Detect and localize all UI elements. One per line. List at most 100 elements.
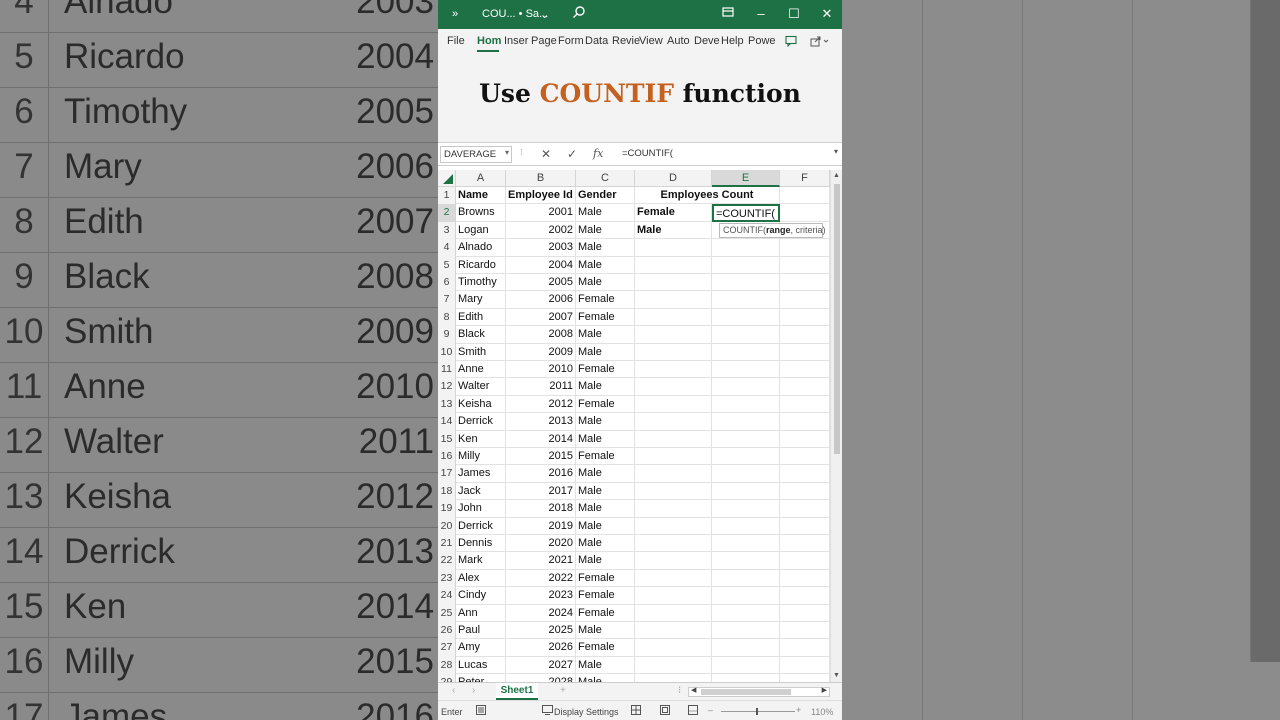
cell[interactable]: Black	[456, 326, 506, 344]
cell[interactable]: Male	[576, 517, 635, 535]
cell[interactable]	[635, 674, 712, 682]
cell[interactable]: Walter	[456, 378, 506, 396]
cell[interactable]	[780, 274, 830, 292]
select-all-button[interactable]	[438, 170, 456, 187]
cell[interactable]: Female	[576, 569, 635, 588]
cell[interactable]: Male	[576, 326, 635, 344]
cell[interactable]: Male	[576, 343, 635, 361]
tab-power-pivot[interactable]: Powe	[748, 35, 776, 47]
cell[interactable]: 2005	[506, 274, 576, 292]
cell[interactable]	[635, 448, 712, 466]
close-button[interactable]: ✕	[818, 5, 836, 23]
cell[interactable]: 2003	[506, 239, 576, 257]
row-number[interactable]: 24	[438, 587, 456, 605]
row-number[interactable]: 11	[438, 361, 456, 379]
row-number[interactable]: 28	[438, 656, 456, 675]
cell[interactable]: 2021	[506, 552, 576, 570]
chevron-down-icon[interactable]: ▾	[505, 148, 509, 157]
cell[interactable]	[780, 674, 830, 682]
cell[interactable]	[780, 326, 830, 344]
cell[interactable]: Dennis	[456, 535, 506, 553]
cell[interactable]	[712, 465, 780, 483]
display-settings-button[interactable]: Display Settings	[554, 707, 619, 717]
scroll-left-icon[interactable]: ◀	[691, 686, 696, 694]
zoom-in-button[interactable]: +	[796, 705, 801, 715]
cell[interactable]	[780, 378, 830, 396]
cell[interactable]: John	[456, 500, 506, 518]
cell[interactable]: Jack	[456, 482, 506, 501]
cell[interactable]: Female	[576, 604, 635, 622]
cell[interactable]: Male	[576, 221, 635, 240]
cell[interactable]: 2015	[506, 448, 576, 466]
cell[interactable]: Paul	[456, 622, 506, 640]
cell[interactable]	[780, 239, 830, 257]
cell[interactable]	[635, 569, 712, 588]
cell[interactable]	[635, 413, 712, 431]
share-icon[interactable]	[810, 35, 830, 50]
row-number[interactable]: 26	[438, 622, 456, 640]
cell[interactable]: Female	[576, 361, 635, 379]
cell[interactable]	[780, 465, 830, 483]
cell[interactable]: Male	[576, 413, 635, 431]
cell[interactable]	[635, 482, 712, 501]
cell[interactable]	[712, 291, 780, 309]
cell[interactable]: Edith	[456, 308, 506, 327]
row-number[interactable]: 21	[438, 535, 456, 553]
cell[interactable]: 2020	[506, 535, 576, 553]
cell[interactable]	[780, 413, 830, 431]
row-number[interactable]: 13	[438, 395, 456, 414]
display-settings-icon[interactable]	[542, 705, 553, 717]
tab-developer[interactable]: Deve	[694, 35, 720, 47]
cell[interactable]	[712, 361, 780, 379]
tab-automate[interactable]: Auto	[667, 35, 690, 47]
cell[interactable]	[712, 674, 780, 682]
insert-function-icon[interactable]: fx	[593, 147, 603, 160]
tab-view[interactable]: View	[639, 35, 663, 47]
cell[interactable]	[780, 291, 830, 309]
cell[interactable]: Male	[576, 552, 635, 570]
more-commands-icon[interactable]: »	[452, 8, 458, 20]
cell[interactable]: Gender	[576, 187, 635, 205]
cell[interactable]	[780, 448, 830, 466]
cell[interactable]: Logan	[456, 221, 506, 240]
cell[interactable]	[712, 256, 780, 274]
cell[interactable]: Employee Id	[506, 187, 576, 205]
cell[interactable]	[635, 291, 712, 309]
cancel-icon[interactable]: ✕	[541, 147, 551, 161]
cell[interactable]	[712, 500, 780, 518]
cell[interactable]: Female	[576, 308, 635, 327]
cell[interactable]	[712, 413, 780, 431]
cell[interactable]: Mark	[456, 552, 506, 570]
cell[interactable]: 2004	[506, 256, 576, 274]
cell[interactable]: Amy	[456, 639, 506, 657]
row-number[interactable]: 27	[438, 639, 456, 657]
cell[interactable]	[635, 256, 712, 274]
row-number[interactable]: 1	[438, 187, 456, 205]
tab-insert[interactable]: Inser	[504, 35, 528, 47]
cell[interactable]: 2022	[506, 569, 576, 588]
cell[interactable]: Derrick	[456, 517, 506, 535]
cell[interactable]: Male	[576, 378, 635, 396]
row-number[interactable]: 23	[438, 569, 456, 588]
cell[interactable]	[712, 326, 780, 344]
chevron-down-icon[interactable]: ⌄	[540, 8, 549, 21]
cell[interactable]: Male	[576, 482, 635, 501]
file-name[interactable]: COU... • Sa...	[482, 8, 548, 20]
cell[interactable]: 2002	[506, 221, 576, 240]
cell[interactable]	[780, 535, 830, 553]
zoom-out-button[interactable]: –	[708, 705, 713, 715]
cell[interactable]	[712, 552, 780, 570]
cell[interactable]	[780, 308, 830, 327]
accessibility-icon[interactable]	[476, 705, 486, 717]
cell[interactable]: Male	[635, 221, 712, 240]
column-header-a[interactable]: A	[456, 170, 506, 187]
cell[interactable]	[780, 187, 830, 205]
column-header-b[interactable]: B	[506, 170, 576, 187]
cell[interactable]: Male	[576, 500, 635, 518]
zoom-slider-thumb[interactable]	[756, 708, 758, 715]
cell[interactable]: Lucas	[456, 656, 506, 675]
cell[interactable]	[712, 639, 780, 657]
zoom-slider[interactable]	[721, 711, 795, 712]
cell[interactable]: Male	[576, 465, 635, 483]
row-number[interactable]: 4	[438, 239, 456, 257]
